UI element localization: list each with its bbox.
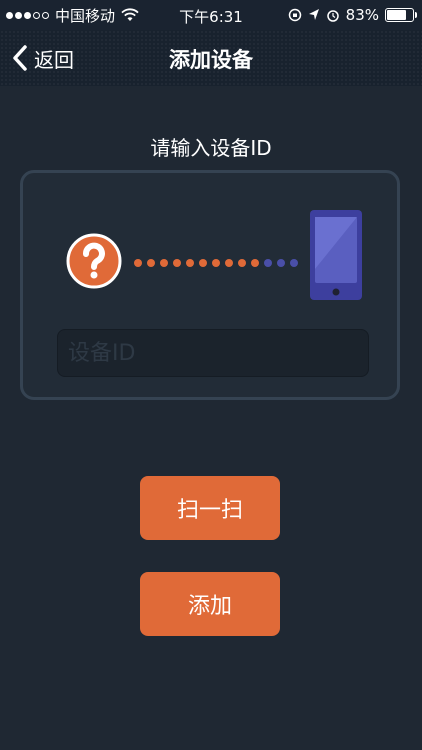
navigation-bar: 返回 添加设备 [0,30,422,86]
link-dot-active [212,259,220,267]
scan-button[interactable]: 扫一扫 [140,476,280,540]
add-button[interactable]: 添加 [140,572,280,636]
link-dot-active [160,259,168,267]
link-dot-inactive [290,259,298,267]
page-title: 添加设备 [169,48,253,72]
link-dot-active [225,259,233,267]
device-id-input[interactable] [57,329,369,377]
link-dot-active [173,259,181,267]
question-mark-icon [66,233,122,289]
link-dot-inactive [277,259,285,267]
link-dot-active [134,259,142,267]
battery-fill [387,10,407,20]
connection-indicator [134,259,298,267]
link-dot-active [186,259,194,267]
battery-percent: 83% [345,6,379,24]
alarm-icon [326,10,339,22]
device-id-card [20,170,400,400]
device-id-prompt: 请输入设备ID [150,136,272,160]
link-dot-active [147,259,155,267]
status-right: 83% [288,6,417,24]
status-bar: 中国移动 下午6:31 83% [0,0,422,30]
orientation-lock-icon [288,8,301,22]
location-icon [308,9,319,20]
battery-icon [385,8,417,22]
link-dot-active [199,259,207,267]
link-dot-inactive [264,259,272,267]
phone-icon [310,210,362,300]
link-dot-active [238,259,246,267]
link-dot-active [251,259,259,267]
